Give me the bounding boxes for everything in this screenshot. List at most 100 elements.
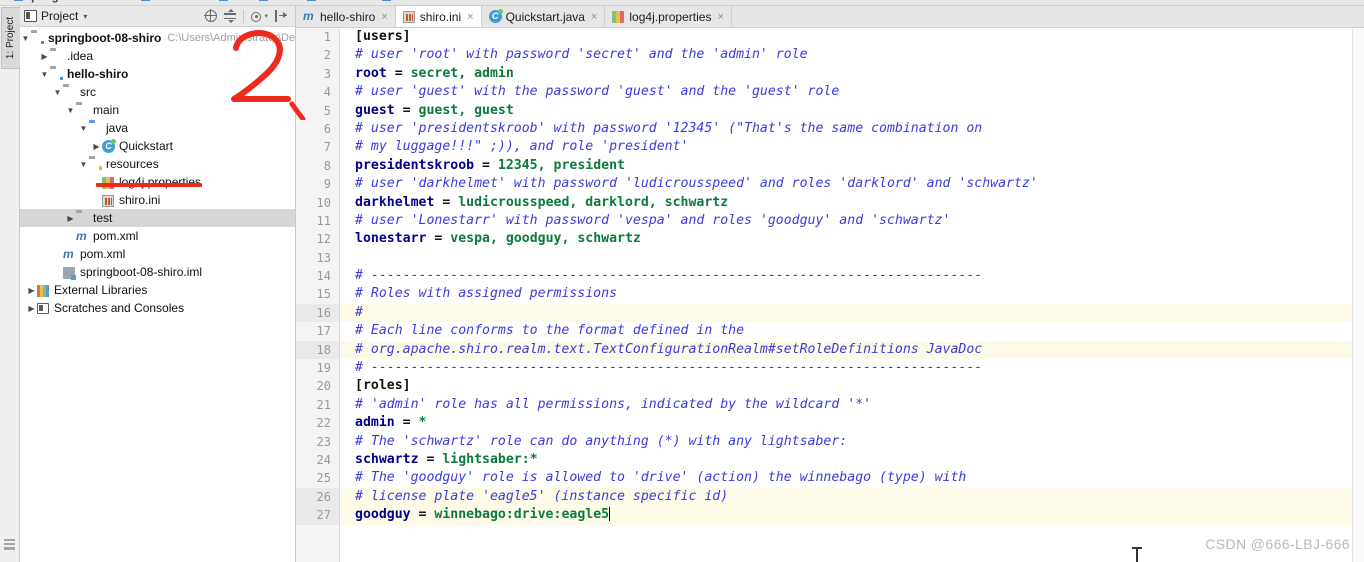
- chevron-right-icon[interactable]: ▶: [65, 214, 76, 223]
- tree-node-resources[interactable]: ▼ resources: [20, 155, 295, 173]
- folder-icon: [50, 50, 64, 63]
- chevron-right-icon[interactable]: •: [52, 268, 63, 277]
- code-content[interactable]: [users] # user 'root' with password 'secr…: [341, 28, 1364, 562]
- folder-icon: [76, 104, 90, 117]
- chevron-right-icon[interactable]: •: [52, 250, 63, 259]
- ini-file-icon: [102, 194, 116, 207]
- code-line[interactable]: darkhelmet = ludicrousspeed, darklord, s…: [341, 194, 1364, 212]
- close-icon[interactable]: ×: [591, 11, 597, 23]
- close-icon[interactable]: ×: [467, 11, 473, 23]
- line-number: 1: [323, 30, 331, 44]
- code-line[interactable]: # Each line conforms to the format defin…: [341, 322, 1364, 340]
- chevron-right-icon[interactable]: •: [91, 196, 102, 205]
- chevron-down-icon[interactable]: ▼: [52, 88, 63, 97]
- code-line[interactable]: presidentskroob = 12345, president: [341, 157, 1364, 175]
- code-line[interactable]: # my luggage!!!" ;)), and role 'presiden…: [341, 138, 1364, 156]
- tree-node-shiro-ini[interactable]: • shiro.ini: [20, 191, 295, 209]
- code-viewport[interactable]: 1 2 3 4 5 6 7 8 9 10 11 12 13 14 15 16 17 18 19 20 21 22 23 24 2…: [296, 28, 1364, 562]
- tree-node-scratches-and-consoles[interactable]: ▶ Scratches and Consoles: [20, 299, 295, 317]
- close-icon[interactable]: ×: [381, 11, 387, 23]
- code-line[interactable]: goodguy = winnebago:drive:eagle5: [341, 506, 1364, 525]
- editor-tab-label: hello-shiro: [320, 9, 376, 24]
- editor-tab-hello-shiro[interactable]: m hello-shiro ×: [296, 6, 396, 27]
- locate-icon[interactable]: [204, 9, 218, 22]
- code-line[interactable]: # --------------------------------------…: [341, 359, 1364, 377]
- tree-node-pom-xml[interactable]: •m pom.xml: [20, 227, 295, 245]
- code-line[interactable]: [users]: [341, 28, 1364, 46]
- chevron-down-icon[interactable]: ▼: [65, 106, 76, 115]
- chevron-right-icon[interactable]: ▶: [91, 142, 102, 151]
- structure-icon[interactable]: [4, 539, 15, 550]
- code-line[interactable]: # user 'root' with password 'secret' and…: [341, 46, 1364, 64]
- chevron-down-icon[interactable]: ▼: [20, 34, 31, 43]
- breadcrumb-separator: ›: [251, 0, 255, 3]
- line-number: 8: [323, 158, 331, 173]
- code-line[interactable]: #: [341, 303, 1364, 323]
- code-line[interactable]: root = secret, admin: [341, 65, 1364, 83]
- code-line[interactable]: # The 'goodguy' role is allowed to 'driv…: [341, 469, 1364, 487]
- tree-node-springboot-08-shiro[interactable]: ▼ springboot-08-shiro C:\Users\Administrat…: [20, 29, 332, 47]
- breadcrumb-item[interactable]: resources: [307, 0, 371, 3]
- editor-tab-log4j-properties[interactable]: log4j.properties ×: [605, 6, 732, 27]
- editor-tab-shiro-ini[interactable]: shiro.ini ×: [395, 6, 482, 27]
- code-line[interactable]: # license plate 'eagle5' (instance speci…: [341, 487, 1364, 507]
- tree-node-quickstart[interactable]: ▶ C Quickstart: [20, 137, 295, 155]
- tree-node-external-libraries[interactable]: ▶ External Libraries: [20, 281, 295, 299]
- tree-node-log4j-properties[interactable]: •log4j.properties: [20, 173, 295, 191]
- chevron-down-icon[interactable]: ▼: [78, 160, 89, 169]
- breadcrumb-item[interactable]: shiro.ini: [382, 0, 436, 3]
- chevron-down-icon[interactable]: ▼: [39, 70, 50, 79]
- tree-node-java[interactable]: ▼ java: [20, 119, 295, 137]
- editor-tab-label: shiro.ini: [419, 9, 462, 24]
- tree-node--idea[interactable]: ▶ .idea: [20, 47, 295, 65]
- code-line[interactable]: # user 'Lonestarr' with password 'vespa'…: [341, 212, 1364, 230]
- tree-node-springboot-08-shiro-iml[interactable]: • springboot-08-shiro.iml: [20, 263, 295, 281]
- tree-node-pom-xml[interactable]: •m pom.xml: [20, 245, 295, 263]
- chevron-right-icon[interactable]: ▶: [39, 52, 50, 61]
- project-panel-title: Project: [41, 9, 79, 23]
- code-line[interactable]: [341, 249, 1364, 267]
- collapse-all-icon[interactable]: [224, 9, 237, 23]
- tree-node-hello-shiro[interactable]: ▼ hello-shiro: [20, 65, 295, 83]
- line-number: 14: [316, 269, 331, 284]
- code-line[interactable]: # Roles with assigned permissions: [341, 285, 1364, 303]
- chevron-right-icon[interactable]: ▶: [26, 286, 37, 295]
- chevron-right-icon[interactable]: ▶: [26, 304, 37, 313]
- close-icon[interactable]: ×: [717, 11, 723, 23]
- code-line[interactable]: # The 'schwartz' role can do anything (*…: [341, 433, 1364, 451]
- code-line[interactable]: # user 'darkhelmet' with password 'ludic…: [341, 175, 1364, 193]
- project-panel-header: Project ▾ ▾: [20, 6, 295, 27]
- chevron-down-icon-gear[interactable]: ▾: [264, 12, 268, 20]
- line-number: 11: [316, 213, 331, 228]
- line-number: 5: [323, 103, 331, 118]
- tree-node-test[interactable]: ▶ test: [20, 209, 295, 227]
- code-line[interactable]: # user 'presidentskroob' with password '…: [341, 120, 1364, 138]
- chevron-down-icon[interactable]: ▼: [78, 124, 89, 133]
- line-number: 20: [316, 379, 331, 394]
- hide-panel-icon[interactable]: [275, 10, 287, 22]
- breadcrumb-item[interactable]: hello-shiro: [140, 0, 208, 3]
- code-line[interactable]: guest = guest, guest: [341, 102, 1364, 120]
- project-tool-window-button[interactable]: 1: Project: [0, 6, 21, 116]
- code-line[interactable]: # org.apache.shiro.realm.text.TextConfig…: [341, 340, 1364, 360]
- code-line[interactable]: # user 'guest' with the password 'guest'…: [341, 83, 1364, 101]
- breadcrumb-item[interactable]: springboot-08-shiro: [14, 0, 129, 3]
- code-line[interactable]: admin = *: [341, 414, 1364, 432]
- code-line[interactable]: lonestarr = vespa, goodguy, schwartz: [341, 230, 1364, 248]
- project-view-icon: [24, 10, 37, 22]
- tree-node-label: springboot-08-shiro: [48, 31, 162, 45]
- code-line[interactable]: [roles]: [341, 377, 1364, 395]
- code-line[interactable]: # --------------------------------------…: [341, 267, 1364, 285]
- editor-scrollbar[interactable]: [1352, 28, 1364, 562]
- tree-node-main[interactable]: ▼ main: [20, 101, 295, 119]
- left-tool-strip: 1: Project: [0, 6, 21, 562]
- editor-tab-quickstart-java[interactable]: C Quickstart.java ×: [481, 6, 606, 27]
- code-line[interactable]: schwartz = lightsaber:*: [341, 451, 1364, 469]
- chevron-right-icon[interactable]: •: [65, 232, 76, 241]
- gear-icon[interactable]: [251, 11, 262, 22]
- chevron-down-icon[interactable]: ▾: [83, 12, 87, 21]
- breadcrumb-item[interactable]: main: [258, 0, 295, 3]
- code-line[interactable]: # 'admin' role has all permissions, indi…: [341, 396, 1364, 414]
- tree-node-src[interactable]: ▼ src: [20, 83, 295, 101]
- breadcrumb-item[interactable]: src: [219, 0, 247, 3]
